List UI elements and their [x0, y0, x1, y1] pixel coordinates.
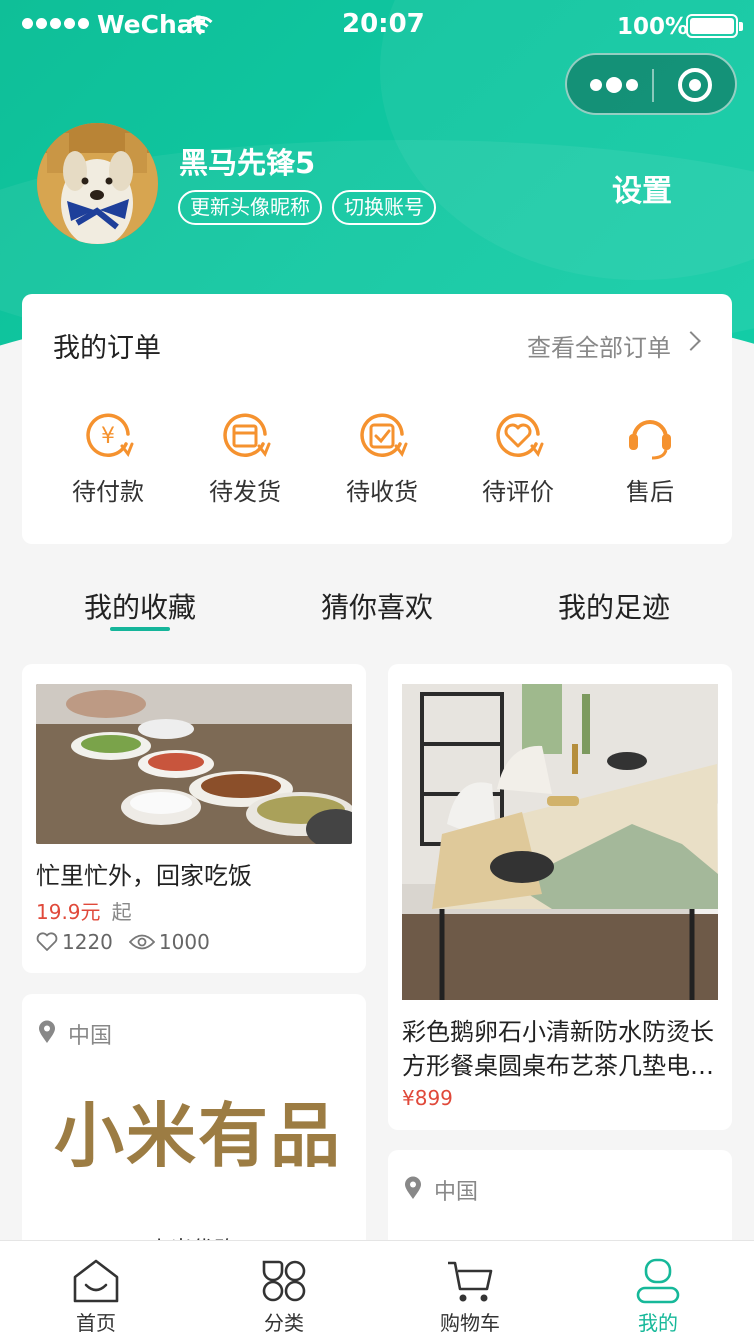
- tabbar-label: 购物车: [440, 1311, 500, 1335]
- review-icon: [496, 413, 544, 458]
- product-title-line2: 方形餐桌圆桌布艺茶几垫电…: [402, 1052, 714, 1080]
- product-card[interactable]: 忙里忙外，回家吃饭 19.9元 起 1220 1000: [22, 664, 366, 973]
- avatar[interactable]: [37, 123, 158, 244]
- bottom-tab-bar: 首页 分类 购物车 我的: [0, 1240, 754, 1342]
- shop-brand-logo: 小米有品: [54, 1094, 342, 1177]
- price-suffix: 起: [111, 900, 132, 924]
- order-pending-receipt[interactable]: 待收货: [332, 410, 432, 507]
- cart-icon: [448, 1261, 493, 1302]
- product-price: ¥899: [402, 1086, 453, 1110]
- status-bar: WeChat 20:07 100%: [0, 0, 754, 52]
- location-pin-icon: [39, 1020, 55, 1043]
- switch-account-button[interactable]: 切换账号: [332, 190, 436, 225]
- order-item-label: 待付款: [72, 478, 144, 506]
- tabbar-label: 分类: [264, 1311, 304, 1335]
- tab-favorites[interactable]: 我的收藏: [84, 586, 196, 626]
- view-count: 1000: [158, 930, 210, 954]
- miniprogram-capsule: [565, 53, 737, 115]
- tab-recommend[interactable]: 猜你喜欢: [321, 586, 433, 626]
- tabbar-item-home[interactable]: 首页: [41, 1241, 151, 1336]
- order-after-sales[interactable]: 售后: [600, 410, 700, 507]
- like-count: 1220: [62, 930, 113, 954]
- orders-card: 我的订单 查看全部订单 ¥ 待付款 待发货 待收货 待评价 售后: [22, 294, 732, 544]
- battery-percent: 100%: [617, 14, 689, 40]
- view-all-orders-link[interactable]: 查看全部订单: [527, 328, 671, 363]
- order-item-label: 待评价: [482, 478, 554, 506]
- tabbar-item-cart[interactable]: 购物车: [415, 1241, 525, 1336]
- category-icon: [262, 1260, 306, 1302]
- order-pending-review[interactable]: 待评价: [468, 410, 568, 507]
- eye-icon: [128, 934, 155, 950]
- ship-icon: [223, 413, 271, 458]
- order-item-label: 售后: [626, 478, 674, 506]
- orders-title: 我的订单: [53, 333, 161, 364]
- active-tab-indicator: [110, 627, 170, 631]
- heart-icon: [36, 932, 58, 951]
- close-miniprogram-icon[interactable]: [678, 68, 712, 102]
- svg-text:¥: ¥: [101, 424, 115, 449]
- profile-page: WeChat 20:07 100% 黑马先锋5 更新头像昵称 切换账号 设置 我…: [0, 0, 754, 1342]
- more-icon[interactable]: [587, 72, 655, 98]
- product-image: [402, 684, 718, 1000]
- tabbar-label: 我的: [638, 1311, 678, 1335]
- order-pending-payment[interactable]: ¥ 待付款: [58, 410, 158, 507]
- order-item-label: 待收货: [346, 478, 418, 506]
- order-pending-shipment[interactable]: 待发货: [195, 410, 295, 507]
- product-title: 忙里忙外，回家吃饭: [36, 862, 252, 890]
- clock: 20:07: [342, 9, 425, 39]
- tabbar-label: 首页: [76, 1311, 116, 1335]
- receive-icon: [360, 413, 408, 458]
- chevron-right-icon[interactable]: [681, 331, 701, 351]
- headset-icon: [629, 420, 671, 460]
- dog-avatar-image: [37, 123, 158, 244]
- order-item-label: 待发货: [209, 478, 281, 506]
- tab-history[interactable]: 我的足迹: [558, 586, 670, 626]
- shop-card[interactable]: 中国 小米有品 小米优购: [22, 994, 366, 1263]
- tabbar-item-mine[interactable]: 我的: [603, 1241, 713, 1336]
- signal-icon: [22, 18, 89, 29]
- product-title-line1: 彩色鹅卵石小清新防水防烫长: [402, 1018, 714, 1046]
- profile-icon: [636, 1258, 680, 1304]
- tabbar-item-category[interactable]: 分类: [229, 1241, 339, 1336]
- shop-location: 中国: [434, 1180, 479, 1205]
- location-pin-icon: [405, 1176, 421, 1199]
- product-card[interactable]: 彩色鹅卵石小清新防水防烫长 方形餐桌圆桌布艺茶几垫电… ¥899: [388, 664, 732, 1130]
- shop-location: 中国: [68, 1024, 113, 1049]
- product-image: [36, 684, 352, 844]
- wifi-icon: [187, 15, 213, 35]
- update-avatar-button[interactable]: 更新头像昵称: [178, 190, 322, 225]
- user-nickname: 黑马先锋5: [179, 146, 316, 180]
- product-price: 19.9元: [36, 900, 101, 924]
- home-icon: [73, 1259, 119, 1303]
- payment-icon: ¥: [86, 413, 134, 458]
- battery-icon: [686, 14, 743, 38]
- settings-button[interactable]: 设置: [612, 166, 672, 210]
